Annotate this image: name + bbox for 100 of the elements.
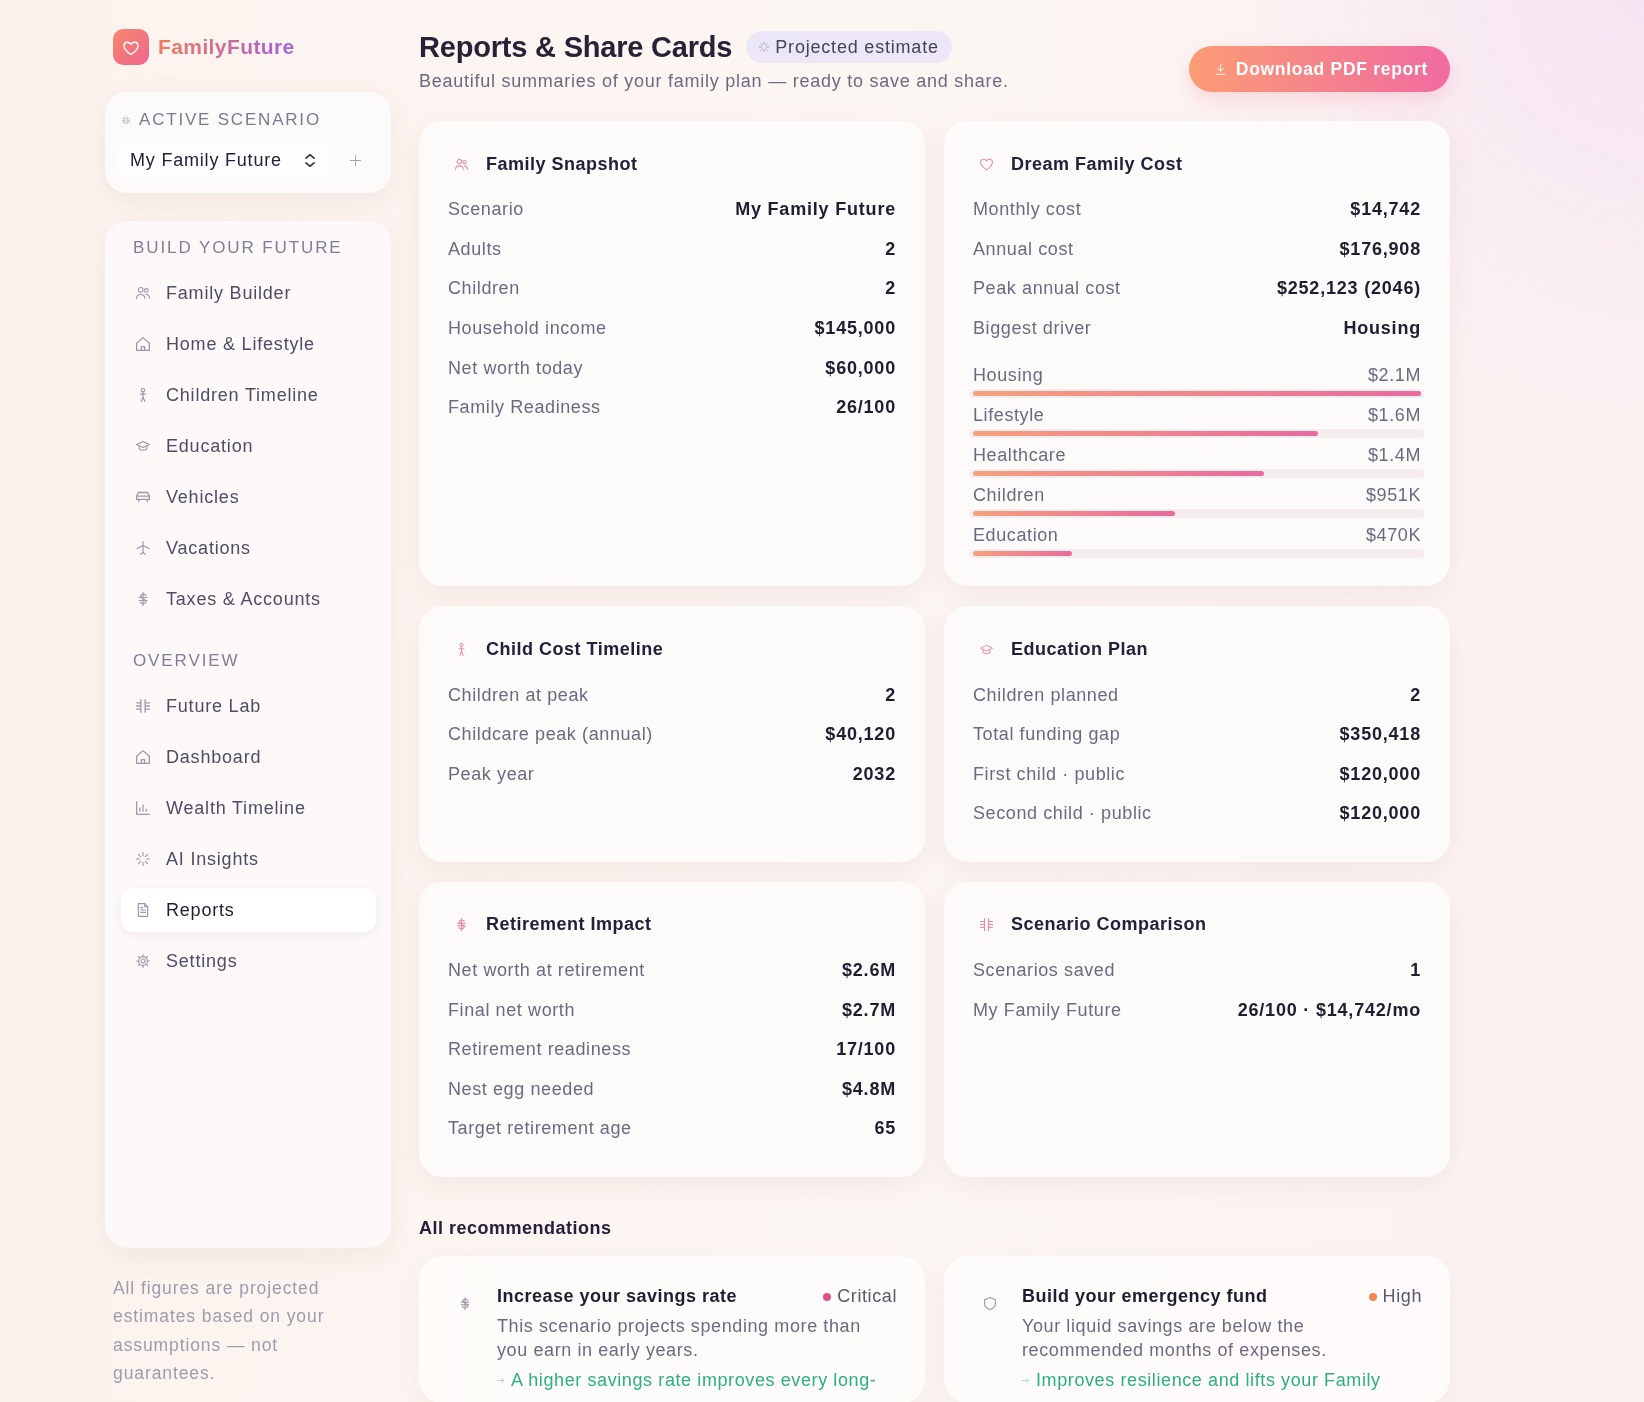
stat-label: Target retirement age: [448, 1118, 632, 1140]
cost-category-label: Children: [973, 484, 1045, 506]
house-icon: [136, 750, 150, 764]
nav-item[interactable]: Vehicles: [121, 475, 376, 519]
stat-value: $2.6M: [841, 960, 896, 982]
logo-icon: [113, 29, 149, 65]
heart-icon: [980, 157, 993, 171]
scenario-select[interactable]: My Family Future: [118, 143, 328, 177]
nav-item[interactable]: Reports: [121, 888, 376, 932]
people-icon: [455, 157, 468, 171]
currency-icon: [459, 1296, 471, 1310]
nav-item[interactable]: Dashboard: [121, 735, 376, 779]
benefit-text: Improves resilience and lifts your Family: [1036, 1370, 1381, 1392]
stat-label: Scenario: [448, 199, 524, 221]
settings-icon: [136, 954, 150, 968]
stat-value: 26/100 · $14,742/mo: [1237, 999, 1421, 1021]
nav-item[interactable]: Taxes & Accounts: [121, 577, 376, 621]
stat-label: Children: [448, 278, 520, 300]
nav-item[interactable]: Wealth Timeline: [121, 786, 376, 830]
plus-icon: [350, 154, 361, 166]
recommendation-text: Your liquid savings are below the recommended months of expenses.: [1022, 1314, 1328, 1362]
arrow-right-icon: [497, 1378, 504, 1384]
car-icon: [136, 490, 150, 504]
priority-label: Critical: [837, 1286, 897, 1308]
benefit-text: A higher savings rate improves every long-: [511, 1370, 877, 1392]
stat-value: Housing: [1343, 318, 1421, 340]
house-icon: [136, 337, 150, 351]
cost-category-value: $951K: [1365, 484, 1421, 506]
badge-text: Projected estimate: [775, 36, 939, 58]
stat-value: 2: [1410, 684, 1421, 706]
people-icon: [136, 286, 150, 300]
nav-item[interactable]: Family Builder: [121, 271, 376, 315]
document-icon: [136, 903, 150, 917]
cost-category-value: $1.4M: [1367, 444, 1421, 466]
stat-value: $2.7M: [841, 999, 896, 1021]
stat-label: Biggest driver: [973, 318, 1092, 340]
cost-category-value: $470K: [1365, 524, 1421, 546]
stat-value: $4.8M: [841, 1078, 896, 1100]
stat-label: Peak annual cost: [973, 278, 1121, 300]
stat-label: Household income: [448, 318, 607, 340]
arrow-right-icon: [1022, 1378, 1029, 1384]
nav-item[interactable]: Vacations: [121, 526, 376, 570]
nav-item[interactable]: Future Lab: [121, 684, 376, 728]
child-icon: [455, 642, 468, 656]
stat-label: Second child · public: [973, 803, 1152, 825]
stat-value: $14,742: [1350, 199, 1421, 221]
card-title: Education Plan: [1011, 638, 1149, 660]
cost-category-value: $1.6M: [1367, 404, 1421, 426]
stat-label: Adults: [448, 238, 502, 260]
stat-value: 2: [885, 238, 896, 260]
stat-value: $252,123 (2046): [1276, 278, 1421, 300]
nav-section-title: BUILD YOUR FUTURE: [132, 237, 344, 259]
stat-label: Nest egg needed: [448, 1078, 595, 1100]
stat-label: Final net worth: [448, 999, 576, 1021]
recommendation-title: Build your emergency fund: [1022, 1286, 1268, 1308]
stat-label: My Family Future: [973, 999, 1122, 1021]
stat-label: Children planned: [973, 684, 1119, 706]
graduation-cap-icon: [980, 642, 993, 656]
currency-icon: [455, 918, 468, 932]
recommendation-title: Increase your savings rate: [497, 1286, 738, 1308]
stat-value: 65: [874, 1118, 896, 1140]
nav-item[interactable]: Home & Lifestyle: [121, 322, 376, 366]
nav-section-title: OVERVIEW: [132, 650, 241, 672]
card-title: Retirement Impact: [486, 914, 652, 936]
stat-label: Total funding gap: [973, 724, 1121, 746]
stat-value: 2: [885, 684, 896, 706]
columns-icon: [136, 699, 150, 713]
stat-value: $145,000: [814, 318, 896, 340]
footnote-text: All figures are projected estimates based on your assumptions — not guarantees.: [112, 1277, 326, 1385]
stat-value: 26/100: [836, 397, 896, 419]
stat-value: 17/100: [836, 1039, 896, 1061]
stat-label: Annual cost: [973, 238, 1074, 260]
stat-label: Scenarios saved: [973, 960, 1116, 982]
stat-value: $60,000: [825, 357, 896, 379]
bar-chart-icon: [136, 801, 150, 815]
stat-label: Peak year: [448, 763, 535, 785]
nav-item[interactable]: AI Insights: [121, 837, 376, 881]
nav-item[interactable]: Settings: [121, 939, 376, 983]
card-title: Dream Family Cost: [1011, 153, 1183, 175]
stat-value: 2032: [852, 763, 896, 785]
card-title: Family Snapshot: [486, 153, 638, 175]
stat-value: $120,000: [1339, 763, 1421, 785]
nav-item[interactable]: Education: [121, 424, 376, 468]
nav-item[interactable]: Children Timeline: [121, 373, 376, 417]
stat-value: My Family Future: [735, 199, 896, 221]
stat-value: $40,120: [825, 724, 896, 746]
cost-category-label: Housing: [973, 364, 1044, 386]
columns-icon: [122, 115, 130, 125]
stat-label: Children at peak: [448, 684, 589, 706]
stat-value: $176,908: [1339, 238, 1421, 260]
sparkle-icon: [759, 42, 770, 52]
graduation-cap-icon: [136, 439, 150, 453]
stat-label: Net worth at retirement: [448, 960, 645, 982]
shield-icon: [984, 1296, 996, 1310]
section-title: All recommendations: [419, 1216, 613, 1239]
columns-icon: [980, 918, 993, 932]
page-title: Reports & Share Cards: [419, 30, 733, 64]
card-title: Child Cost Timeline: [486, 638, 664, 660]
card-title: Scenario Comparison: [1011, 914, 1207, 936]
stat-label: Retirement readiness: [448, 1039, 632, 1061]
